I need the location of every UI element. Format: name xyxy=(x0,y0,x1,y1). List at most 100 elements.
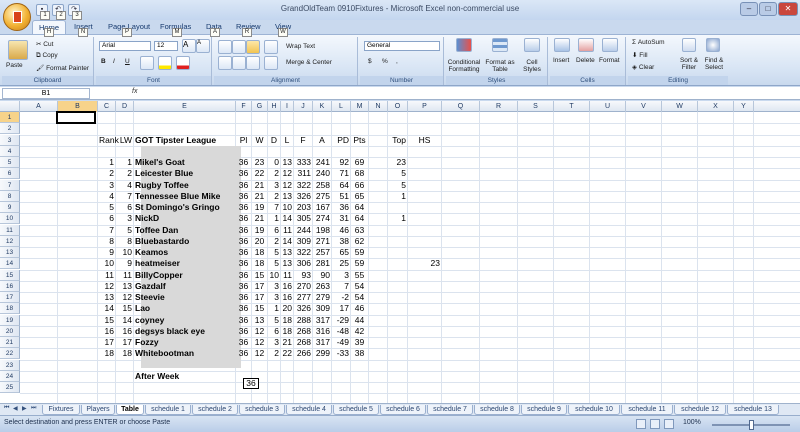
row-header[interactable]: 8 xyxy=(0,190,20,202)
f-header[interactable]: F xyxy=(295,135,311,146)
pd-cell[interactable]: 51 xyxy=(333,191,349,202)
rank-header[interactable]: Rank xyxy=(99,135,119,146)
column-header[interactable]: E xyxy=(134,101,236,112)
rank-cell[interactable]: 1 xyxy=(99,157,114,168)
f-cell[interactable]: 309 xyxy=(295,236,311,247)
pd-cell[interactable]: 36 xyxy=(333,202,349,213)
pts-header[interactable]: Pts xyxy=(352,135,367,146)
sheet-tab[interactable]: schedule 9 xyxy=(521,405,567,415)
pl-cell[interactable]: 36 xyxy=(237,247,250,258)
percent-button[interactable]: % xyxy=(382,58,388,65)
top-cell[interactable] xyxy=(389,281,406,292)
top-cell[interactable] xyxy=(389,225,406,236)
pts-cell[interactable]: 63 xyxy=(352,225,367,236)
row-header[interactable]: 3 xyxy=(0,134,20,146)
sheet-tab[interactable]: schedule 5 xyxy=(333,405,379,415)
sort-filter-icon[interactable] xyxy=(682,38,696,52)
pl-cell[interactable]: 36 xyxy=(237,326,250,337)
column-header[interactable]: M xyxy=(351,101,369,112)
hs-cell[interactable] xyxy=(409,303,440,314)
a-cell[interactable]: 240 xyxy=(314,168,330,179)
top-cell[interactable] xyxy=(389,292,406,303)
lw-cell[interactable]: 15 xyxy=(117,303,132,314)
l-cell[interactable]: 18 xyxy=(282,326,292,337)
column-header[interactable]: L xyxy=(332,101,351,112)
sheet-tab[interactable]: schedule 11 xyxy=(621,405,673,415)
row-header[interactable]: 21 xyxy=(0,337,20,348)
w-cell[interactable]: 22 xyxy=(253,168,266,179)
w-cell[interactable]: 17 xyxy=(253,292,266,303)
cut-button[interactable]: ✂ Cut xyxy=(36,40,53,48)
pd-cell[interactable]: 46 xyxy=(333,225,349,236)
hs-header[interactable]: HS xyxy=(409,135,440,146)
d-cell[interactable]: 6 xyxy=(269,326,279,337)
a-cell[interactable]: 316 xyxy=(314,326,330,337)
pts-cell[interactable]: 59 xyxy=(352,258,367,269)
row-header[interactable]: 22 xyxy=(0,348,20,360)
f-cell[interactable]: 322 xyxy=(295,247,311,258)
l-cell[interactable]: 13 xyxy=(282,191,292,202)
d-cell[interactable]: 3 xyxy=(269,281,279,292)
d-cell[interactable]: 2 xyxy=(269,191,279,202)
pd-cell[interactable]: 17 xyxy=(333,303,349,314)
l-cell[interactable]: 11 xyxy=(282,225,292,236)
rank-cell[interactable]: 6 xyxy=(99,213,114,224)
column-header[interactable]: S xyxy=(518,101,554,112)
d-cell[interactable]: 10 xyxy=(269,270,279,281)
lw-cell[interactable]: 13 xyxy=(117,281,132,292)
column-header[interactable]: O xyxy=(388,101,408,112)
name-box[interactable]: B1 xyxy=(2,88,90,99)
pl-cell[interactable]: 36 xyxy=(237,337,250,348)
fx-icon[interactable]: fx xyxy=(132,88,137,95)
clear-button[interactable]: ◈ Clear xyxy=(632,63,654,71)
pts-cell[interactable]: 38 xyxy=(352,348,367,359)
l-cell[interactable]: 11 xyxy=(282,270,292,281)
a-cell[interactable]: 299 xyxy=(314,348,330,359)
l-cell[interactable]: 10 xyxy=(282,202,292,213)
column-header[interactable]: C xyxy=(98,101,116,112)
column-header[interactable]: W xyxy=(662,101,698,112)
w-cell[interactable]: 12 xyxy=(253,326,266,337)
top-cell[interactable] xyxy=(389,270,406,281)
a-cell[interactable]: 258 xyxy=(314,180,330,191)
lw-cell[interactable]: 10 xyxy=(117,247,132,258)
after-week-value[interactable]: 36 xyxy=(243,378,259,389)
rank-cell[interactable]: 4 xyxy=(99,191,114,202)
pts-cell[interactable]: 46 xyxy=(352,303,367,314)
conditional-formatting-button[interactable]: Conditional Formatting xyxy=(447,59,481,73)
row-header[interactable]: 1 xyxy=(0,112,20,123)
borders-icon[interactable] xyxy=(140,56,154,70)
font-color-icon[interactable] xyxy=(176,56,190,70)
delete-cells-icon[interactable] xyxy=(578,38,594,52)
f-cell[interactable]: 306 xyxy=(295,258,311,269)
delete-cells-button[interactable]: Delete xyxy=(576,57,595,64)
f-cell[interactable]: 268 xyxy=(295,326,311,337)
after-week-label[interactable]: After Week xyxy=(135,371,292,382)
row-header[interactable]: 23 xyxy=(0,359,20,371)
pl-cell[interactable]: 36 xyxy=(237,270,250,281)
pts-cell[interactable]: 54 xyxy=(352,292,367,303)
pts-cell[interactable]: 68 xyxy=(352,168,367,179)
l-cell[interactable]: 13 xyxy=(282,247,292,258)
d-cell[interactable]: 5 xyxy=(269,258,279,269)
pl-cell[interactable]: 36 xyxy=(237,315,250,326)
w-cell[interactable]: 21 xyxy=(253,213,266,224)
sheet-tab[interactable]: Players xyxy=(81,405,115,415)
format-painter-button[interactable]: 🖌 Format Painter xyxy=(36,64,89,72)
top-cell[interactable]: 1 xyxy=(389,191,406,202)
a-cell[interactable]: 309 xyxy=(314,303,330,314)
a-cell[interactable]: 275 xyxy=(314,191,330,202)
pts-cell[interactable]: 54 xyxy=(352,281,367,292)
pl-cell[interactable]: 36 xyxy=(237,281,250,292)
f-cell[interactable]: 326 xyxy=(295,303,311,314)
w-cell[interactable]: 19 xyxy=(253,202,266,213)
lw-cell[interactable]: 5 xyxy=(117,225,132,236)
select-all-corner[interactable] xyxy=(0,101,20,112)
sheet-tab[interactable]: schedule 1 xyxy=(145,405,191,415)
f-cell[interactable]: 244 xyxy=(295,225,311,236)
w-cell[interactable]: 20 xyxy=(253,236,266,247)
a-cell[interactable]: 271 xyxy=(314,236,330,247)
autosum-button[interactable]: Σ AutoSum xyxy=(632,39,665,46)
lw-cell[interactable]: 18 xyxy=(117,348,132,359)
sheet-tab[interactable]: Fixtures xyxy=(42,405,80,415)
